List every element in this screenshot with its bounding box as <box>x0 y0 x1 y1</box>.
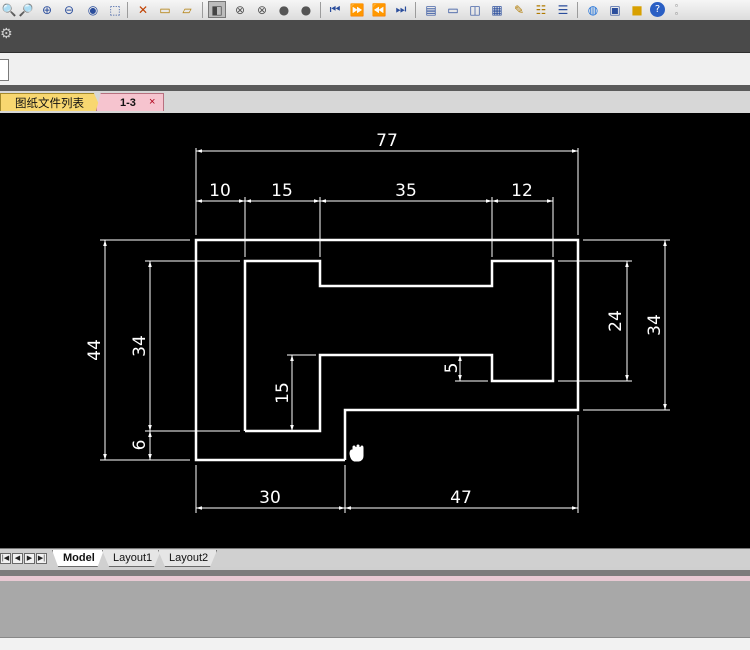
toolbar-grip[interactable]: ▫ ▫ <box>675 2 681 18</box>
dim-inner-notch: 15 <box>273 382 293 404</box>
previous-icon[interactable]: ⏪ <box>370 1 388 18</box>
tab-file-list[interactable]: 图纸文件列表 <box>0 93 102 111</box>
dim-bottom-right: 47 <box>450 488 472 508</box>
tab-model[interactable]: Model <box>52 550 104 567</box>
dim-small-step: 5 <box>442 363 462 374</box>
dim-left-small: 6 <box>130 440 150 451</box>
dim-top-center: 35 <box>395 181 417 201</box>
tab-drawing-label: 1-3 <box>120 96 136 109</box>
command-input-bar <box>0 52 750 87</box>
tab-layout1[interactable]: Layout1 <box>102 550 162 567</box>
dim-bottom-left: 30 <box>259 488 281 508</box>
zoom-extents-icon[interactable]: ⬚ <box>106 1 124 18</box>
first-layout-icon[interactable]: |◀ <box>0 553 11 564</box>
export-icon[interactable]: ▣ <box>606 1 624 18</box>
pan-hand-cursor-icon <box>348 443 365 463</box>
last-icon[interactable]: ⏭ <box>392 1 410 18</box>
dim-left-outer: 44 <box>85 339 105 361</box>
next-icon[interactable]: ⏩ <box>348 1 366 18</box>
tab-drawing[interactable]: 1-3 × <box>96 93 164 111</box>
cad-drawing: 77 10 15 35 12 44 34 6 15 5 24 34 30 47 <box>85 131 670 513</box>
layer-icon[interactable]: ◧ <box>208 1 226 18</box>
help-icon[interactable]: ? <box>650 2 665 17</box>
layers-icon[interactable]: ☰ <box>554 1 572 18</box>
zoom-in-icon[interactable]: ⊕ <box>38 1 56 18</box>
command-history[interactable] <box>0 581 750 637</box>
next-layout-icon[interactable]: ▶ <box>24 553 35 564</box>
zoom-window-icon[interactable]: 🔎 <box>17 1 35 18</box>
close-tab-icon[interactable]: × <box>149 96 155 108</box>
shade-icon[interactable]: ⊗ <box>253 1 271 18</box>
status-bar[interactable] <box>0 637 750 650</box>
properties-icon[interactable]: ☷ <box>532 1 550 18</box>
standard-toolbar: 🔍 🔎 ⊕ ⊖ ◉ ⬚ ✕ ▭ ▱ ◧ ⊗ ⊗ ● ● ⏮ ⏩ ⏪ ⏭ ▤ ▭ … <box>0 0 750 21</box>
grid-icon[interactable]: ▦ <box>488 1 506 18</box>
dim-top-mid: 15 <box>271 181 293 201</box>
split-icon[interactable]: ▭ <box>444 1 462 18</box>
area-icon[interactable]: ▭ <box>156 1 174 18</box>
tool-gear-icon[interactable]: ⚙ <box>0 26 13 42</box>
globe-icon[interactable]: ◍ <box>584 1 602 18</box>
dim-left-inner: 34 <box>130 335 150 357</box>
command-input[interactable] <box>0 59 9 81</box>
dim-top-left: 10 <box>209 181 231 201</box>
hide-icon[interactable]: ⊗ <box>231 1 249 18</box>
folder-icon[interactable]: ■ <box>628 1 646 18</box>
zoom-realtime-icon[interactable]: 🔍 <box>0 1 18 18</box>
material-icon[interactable]: ● <box>297 1 315 18</box>
inner-profile <box>243 259 555 433</box>
window-icon[interactable]: ▤ <box>422 1 440 18</box>
zoom-out-icon[interactable]: ⊖ <box>60 1 78 18</box>
dim-top-right: 12 <box>511 181 533 201</box>
last-layout-icon[interactable]: ▶| <box>36 553 47 564</box>
render-icon[interactable]: ● <box>275 1 293 18</box>
toolbar-area: ⚙ <box>0 20 750 52</box>
drawing-canvas[interactable]: 77 10 15 35 12 44 34 6 15 5 24 34 30 47 <box>0 113 750 548</box>
tile-icon[interactable]: ◫ <box>466 1 484 18</box>
outer-profile <box>194 238 580 462</box>
tab-layout2[interactable]: Layout2 <box>158 550 218 567</box>
dimension-lines <box>100 148 670 513</box>
command-window <box>0 567 750 650</box>
zoom-previous-icon[interactable]: ◉ <box>84 1 102 18</box>
dim-right-inner: 24 <box>606 310 626 332</box>
dim-right-outer: 34 <box>645 314 665 336</box>
prev-layout-icon[interactable]: ◀ <box>12 553 23 564</box>
layout-tab-bar: |◀ ◀ ▶ ▶| Model Layout1 Layout2 <box>0 548 750 568</box>
document-tab-bar: 图纸文件列表 1-3 × <box>0 91 750 114</box>
find-icon[interactable]: ✎ <box>510 1 528 18</box>
tab-file-list-label: 图纸文件列表 <box>15 95 84 110</box>
measure-icon[interactable]: ▱ <box>178 1 196 18</box>
part-geometry <box>194 238 580 462</box>
first-icon[interactable]: ⏮ <box>326 1 344 18</box>
dim-overall-width: 77 <box>376 131 398 151</box>
distance-icon[interactable]: ✕ <box>134 1 152 18</box>
